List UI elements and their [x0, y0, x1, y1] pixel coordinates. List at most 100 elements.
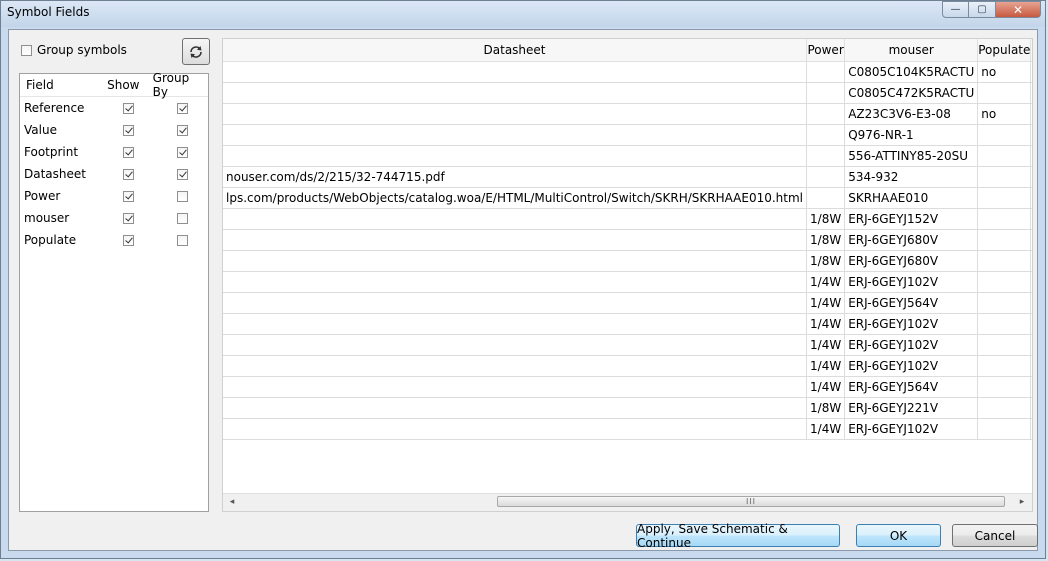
table-row[interactable]: 1/8WERJ-6GEYJ680V 1	[223, 229, 1032, 251]
cell-mouser[interactable]: 556-ATTINY85-20SU	[844, 145, 979, 167]
cell-mouser[interactable]: ERJ-6GEYJ102V	[844, 355, 979, 377]
column-header-populate[interactable]: Populate	[977, 39, 1032, 62]
cell-datasheet[interactable]: nouser.com/ds/2/215/32-744715.pdf	[223, 166, 808, 188]
show-checkbox[interactable]	[122, 102, 134, 114]
header-group-by[interactable]: Group By	[145, 71, 208, 99]
cell-mouser[interactable]: 534-932	[844, 166, 979, 188]
cell-mouser[interactable]: ERJ-6GEYJ680V	[844, 229, 979, 251]
cell-datasheet[interactable]	[223, 208, 808, 230]
cell-qty[interactable]: 1	[1030, 166, 1032, 188]
cell-datasheet[interactable]	[223, 334, 808, 356]
field-row[interactable]: Populate	[20, 229, 208, 251]
cell-qty[interactable]: 1	[1030, 250, 1032, 272]
maximize-button[interactable]: ▢	[969, 1, 996, 18]
table-row[interactable]: 1/4WERJ-6GEYJ564V 1	[223, 376, 1032, 398]
cell-mouser[interactable]: ERJ-6GEYJ564V	[844, 376, 979, 398]
group-by-checkbox[interactable]	[176, 190, 188, 202]
table-row[interactable]: 1/4WERJ-6GEYJ102V 1	[223, 271, 1032, 293]
cell-qty[interactable]: 1	[1030, 355, 1032, 377]
cell-power[interactable]: 1/4W	[806, 313, 846, 335]
cell-power[interactable]	[806, 187, 846, 209]
group-by-checkbox[interactable]	[176, 102, 188, 114]
cell-power[interactable]	[806, 103, 846, 125]
cell-populate[interactable]	[977, 334, 1032, 356]
cell-populate[interactable]: no	[977, 61, 1032, 83]
cell-mouser[interactable]: ERJ-6GEYJ102V	[844, 271, 979, 293]
cell-populate[interactable]	[977, 145, 1032, 167]
title-bar[interactable]: Symbol Fields — ▢ ✕	[1, 1, 1045, 27]
cell-datasheet[interactable]	[223, 271, 808, 293]
scroll-left-icon[interactable]: ◂	[226, 496, 238, 508]
scroll-thumb[interactable]: III	[497, 496, 1005, 507]
show-checkbox[interactable]	[122, 168, 134, 180]
group-by-checkbox[interactable]	[176, 146, 188, 158]
header-field[interactable]: Field	[20, 78, 101, 92]
show-checkbox[interactable]	[122, 124, 134, 136]
cell-mouser[interactable]: SKRHAAE010	[844, 187, 979, 209]
show-checkbox[interactable]	[122, 212, 134, 224]
cell-populate[interactable]	[977, 82, 1032, 104]
group-symbols-option[interactable]: Group symbols	[21, 43, 127, 57]
scroll-right-icon[interactable]: ▸	[1016, 496, 1028, 508]
cell-mouser[interactable]: ERJ-6GEYJ221V	[844, 397, 979, 419]
cell-mouser[interactable]: ERJ-6GEYJ102V	[844, 418, 979, 440]
cell-power[interactable]: 1/8W	[806, 208, 846, 230]
cell-power[interactable]	[806, 124, 846, 146]
cell-mouser[interactable]: ERJ-6GEYJ680V	[844, 250, 979, 272]
cell-qty[interactable]: 1	[1030, 124, 1032, 146]
cell-power[interactable]: 1/4W	[806, 376, 846, 398]
cell-datasheet[interactable]	[223, 292, 808, 314]
field-row[interactable]: Power	[20, 185, 208, 207]
table-row[interactable]: 1/8WERJ-6GEYJ680V 1	[223, 250, 1032, 272]
cell-populate[interactable]: no	[977, 103, 1032, 125]
cell-mouser[interactable]: AZ23C3V6-E3-08	[844, 103, 979, 125]
cell-qty[interactable]: 1	[1030, 61, 1032, 83]
cell-populate[interactable]	[977, 208, 1032, 230]
cell-power[interactable]: 1/4W	[806, 292, 846, 314]
cancel-button[interactable]: Cancel	[952, 524, 1038, 547]
table-row[interactable]: 1/4WERJ-6GEYJ564V 1	[223, 292, 1032, 314]
cell-datasheet[interactable]	[223, 103, 808, 125]
cell-populate[interactable]	[977, 166, 1032, 188]
cell-datasheet[interactable]: lps.com/products/WebObjects/catalog.woa/…	[223, 187, 808, 209]
cell-mouser[interactable]: ERJ-6GEYJ152V	[844, 208, 979, 230]
cell-power[interactable]	[806, 82, 846, 104]
column-header-power[interactable]: Power	[806, 39, 846, 62]
cell-datasheet[interactable]	[223, 418, 808, 440]
cell-populate[interactable]	[977, 187, 1032, 209]
cell-qty[interactable]: 1	[1030, 292, 1032, 314]
cell-qty[interactable]: 1	[1030, 229, 1032, 251]
group-by-checkbox[interactable]	[176, 124, 188, 136]
table-row[interactable]: 556-ATTINY85-20SU 1	[223, 145, 1032, 167]
ok-button[interactable]: OK	[856, 524, 941, 547]
field-row[interactable]: Datasheet	[20, 163, 208, 185]
table-row[interactable]: C0805C104K5RACTUno1	[223, 61, 1032, 83]
cell-qty[interactable]: 1	[1030, 145, 1032, 167]
show-checkbox[interactable]	[122, 234, 134, 246]
field-row[interactable]: Footprint	[20, 141, 208, 163]
field-row[interactable]: Value	[20, 119, 208, 141]
cell-qty[interactable]: 1	[1030, 82, 1032, 104]
field-row[interactable]: mouser	[20, 207, 208, 229]
cell-datasheet[interactable]	[223, 145, 808, 167]
cell-datasheet[interactable]	[223, 61, 808, 83]
cell-power[interactable]	[806, 166, 846, 188]
cell-mouser[interactable]: ERJ-6GEYJ102V	[844, 334, 979, 356]
cell-mouser[interactable]: ERJ-6GEYJ564V	[844, 292, 979, 314]
group-by-checkbox[interactable]	[176, 212, 188, 224]
cell-qty[interactable]: 1	[1030, 271, 1032, 293]
cell-populate[interactable]	[977, 229, 1032, 251]
table-row[interactable]: 1/4WERJ-6GEYJ102V 1	[223, 355, 1032, 377]
cell-datasheet[interactable]	[223, 250, 808, 272]
cell-populate[interactable]	[977, 271, 1032, 293]
group-symbols-checkbox[interactable]	[21, 44, 32, 56]
table-row[interactable]: 1/8WERJ-6GEYJ221V 1	[223, 397, 1032, 419]
cell-datasheet[interactable]	[223, 124, 808, 146]
apply-save-continue-button[interactable]: Apply, Save Schematic & Continue	[636, 522, 840, 550]
cell-populate[interactable]	[977, 397, 1032, 419]
table-row[interactable]: 1/4WERJ-6GEYJ102V 1	[223, 313, 1032, 335]
table-row[interactable]: Q976-NR-1 1	[223, 124, 1032, 146]
cell-datasheet[interactable]	[223, 313, 808, 335]
horizontal-scrollbar[interactable]: ◂ III ▸	[223, 493, 1032, 511]
cell-power[interactable]: 1/8W	[806, 229, 846, 251]
